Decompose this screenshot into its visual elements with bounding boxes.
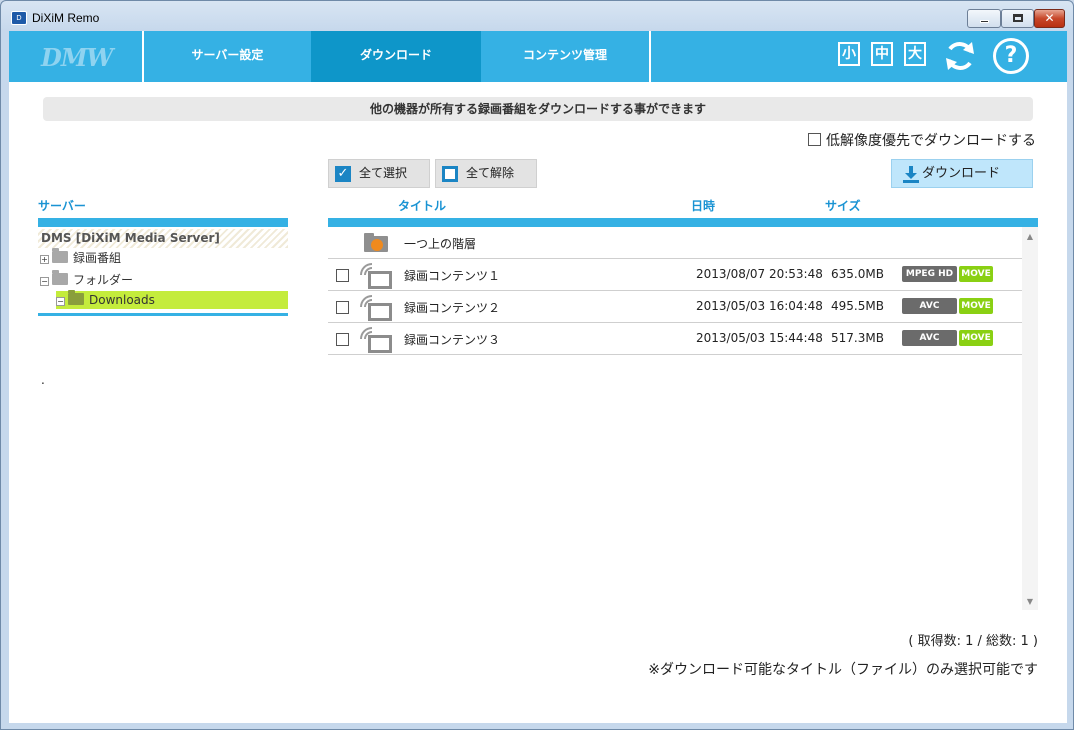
scroll-up-icon[interactable]: ▲	[1022, 229, 1038, 245]
row-date: 2013/08/07 20:53:48	[696, 267, 823, 281]
tab-content-management[interactable]: コンテンツ管理	[481, 31, 651, 82]
folder-open-icon	[68, 290, 84, 305]
refresh-icon[interactable]	[942, 38, 978, 74]
info-message: 他の機器が所有する録画番組をダウンロードする事ができます	[43, 97, 1033, 121]
folder-icon	[52, 248, 68, 263]
minimize-button[interactable]	[967, 9, 1001, 28]
format-badge: AVC	[902, 298, 957, 314]
row-size: 495.5MB	[831, 299, 884, 313]
server-pane-bottom-bar	[38, 313, 288, 316]
expand-icon[interactable]: +	[40, 255, 49, 264]
recording-icon	[360, 327, 392, 353]
title-bar[interactable]: D DiXiM Remo ✕	[1, 1, 1073, 31]
low-res-option[interactable]: 低解像度優先でダウンロードする	[808, 130, 1036, 150]
close-button[interactable]: ✕	[1034, 9, 1065, 28]
help-icon[interactable]: ?	[993, 38, 1029, 74]
row-checkbox[interactable]	[336, 301, 349, 314]
tree-item-recordings[interactable]: + 録画番組	[40, 248, 122, 267]
recording-icon	[360, 295, 392, 321]
move-badge: MOVE	[959, 266, 993, 282]
download-icon	[903, 166, 919, 183]
format-badge: AVC	[902, 330, 957, 346]
tree-item-downloads[interactable]: − Downloads	[56, 290, 288, 309]
server-pane-footer: .	[41, 373, 45, 387]
tree-root-server[interactable]: DMS [DiXiM Media Server]	[38, 229, 288, 248]
tab-server-settings[interactable]: サーバー設定	[142, 31, 311, 82]
row-title: 録画コンテンツ１	[404, 269, 501, 283]
table-scrollbar[interactable]: ▲ ▼	[1022, 227, 1038, 610]
column-header-date[interactable]: 日時	[691, 197, 715, 214]
row-date: 2013/05/03 15:44:48	[696, 331, 823, 345]
low-res-checkbox[interactable]	[808, 133, 821, 146]
font-size-large-button[interactable]: 大	[904, 42, 926, 66]
low-res-label: 低解像度優先でダウンロードする	[826, 133, 1036, 149]
collapse-icon[interactable]: −	[40, 277, 49, 286]
collapse-icon[interactable]: −	[56, 297, 65, 306]
parent-folder-row[interactable]: 一つ上の階層	[328, 227, 1022, 259]
app-icon: D	[11, 11, 27, 25]
folder-open-icon	[52, 270, 68, 285]
tree-item-folder[interactable]: − フォルダー	[40, 270, 134, 289]
parent-folder-label: 一つ上の階層	[404, 237, 477, 251]
minimize-icon	[980, 20, 989, 23]
table-top-bar	[328, 218, 1038, 227]
row-title: 録画コンテンツ３	[404, 333, 501, 347]
table-row[interactable]: 録画コンテンツ２ 2013/05/03 16:04:48 495.5MB AVC…	[328, 291, 1022, 323]
content-table: 一つ上の階層 録画コンテンツ１ 2013/08/07 20:53:48 635.…	[328, 227, 1022, 610]
server-pane-header: サーバー	[38, 199, 86, 213]
format-badge: MPEG HD	[902, 266, 957, 282]
folder-up-icon	[364, 233, 388, 252]
app-window: D DiXiM Remo ✕ DMW サーバー設定 ダウンロード コンテンツ管理…	[0, 0, 1074, 730]
download-button[interactable]: ダウンロード	[891, 159, 1033, 188]
maximize-button[interactable]	[1001, 9, 1034, 28]
tree-item-label: フォルダー	[73, 273, 134, 287]
table-row[interactable]: 録画コンテンツ３ 2013/05/03 15:44:48 517.3MB AVC…	[328, 323, 1022, 355]
row-checkbox[interactable]	[336, 269, 349, 282]
deselect-all-label: 全て解除	[466, 166, 515, 180]
row-date: 2013/05/03 16:04:48	[696, 299, 823, 313]
empty-checkbox-icon	[442, 166, 458, 182]
deselect-all-button[interactable]: 全て解除	[435, 159, 537, 188]
close-icon: ✕	[1044, 11, 1055, 25]
table-row[interactable]: 録画コンテンツ１ 2013/08/07 20:53:48 635.0MB MPE…	[328, 259, 1022, 291]
window-title: DiXiM Remo	[32, 11, 100, 25]
app-logo: DMW	[41, 43, 113, 72]
client-area: DMW サーバー設定 ダウンロード コンテンツ管理 小 中 大 ? 他の機器が所…	[9, 31, 1067, 723]
row-checkbox[interactable]	[336, 333, 349, 346]
move-badge: MOVE	[959, 298, 993, 314]
checkmark-icon: ✓	[335, 166, 351, 182]
row-title: 録画コンテンツ２	[404, 301, 501, 315]
recording-icon	[360, 263, 392, 289]
maximize-icon	[1013, 14, 1023, 22]
move-badge: MOVE	[959, 330, 993, 346]
footer-note: ※ダウンロード可能なタイトル（ファイル）のみ選択可能です	[648, 662, 1038, 678]
select-all-button[interactable]: ✓ 全て選択	[328, 159, 430, 188]
download-label: ダウンロード	[922, 166, 1001, 181]
tab-download[interactable]: ダウンロード	[311, 31, 481, 82]
font-size-medium-button[interactable]: 中	[871, 42, 893, 66]
top-nav: DMW サーバー設定 ダウンロード コンテンツ管理 小 中 大 ?	[9, 31, 1067, 82]
column-header-size[interactable]: サイズ	[825, 197, 861, 214]
tree-item-label: Downloads	[89, 293, 155, 307]
column-header-title[interactable]: タイトル	[398, 197, 446, 214]
server-pane-top-bar	[38, 218, 288, 227]
row-size: 635.0MB	[831, 267, 884, 281]
item-count: ( 取得数: 1 / 総数: 1 )	[908, 634, 1038, 649]
font-size-small-button[interactable]: 小	[838, 42, 860, 66]
row-size: 517.3MB	[831, 331, 884, 345]
scroll-down-icon[interactable]: ▼	[1022, 594, 1038, 610]
select-all-label: 全て選択	[359, 166, 408, 180]
tree-item-label: 録画番組	[73, 251, 122, 265]
